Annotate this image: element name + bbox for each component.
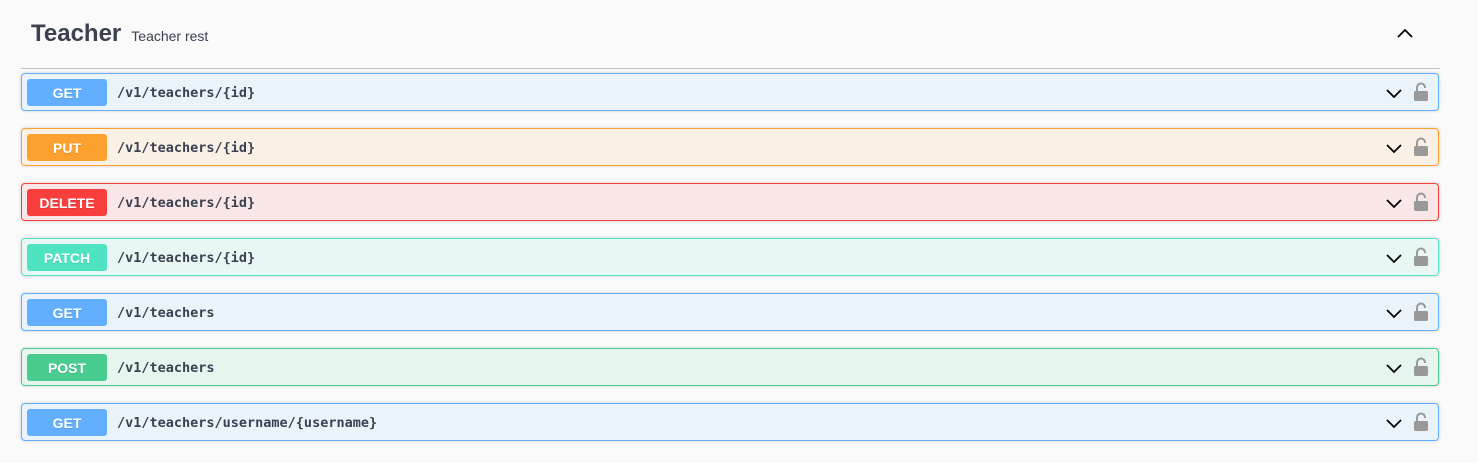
tag-name[interactable]: Teacher: [31, 20, 121, 48]
chevron-down-icon[interactable]: [1384, 413, 1404, 433]
chevron-down-icon[interactable]: [1384, 138, 1404, 158]
unlocked-icon[interactable]: [1412, 246, 1430, 268]
tag-description: Teacher rest: [131, 28, 209, 44]
teacher-tag-section: Teacher Teacher rest GET /v1/teachers/{i…: [0, 0, 1478, 463]
operation-path: /v1/teachers/username/{username}: [117, 415, 378, 431]
chevron-down-icon[interactable]: [1384, 83, 1404, 103]
chevron-down-icon[interactable]: [1384, 303, 1404, 323]
unlocked-icon[interactable]: [1412, 136, 1430, 158]
operation-path: /v1/teachers/{id}: [117, 250, 256, 266]
method-badge: PUT: [27, 134, 107, 161]
method-badge: POST: [27, 354, 107, 381]
unlocked-icon[interactable]: [1412, 191, 1430, 213]
chevron-down-icon[interactable]: [1384, 358, 1404, 378]
unlocked-icon[interactable]: [1412, 81, 1430, 103]
operation-put-teacher-by-id[interactable]: PUT /v1/teachers/{id}: [21, 128, 1439, 166]
operation-path: /v1/teachers/{id}: [117, 195, 256, 211]
operation-get-teacher-by-id[interactable]: GET /v1/teachers/{id}: [21, 73, 1439, 111]
method-badge: GET: [27, 79, 107, 106]
operation-path: /v1/teachers: [117, 360, 215, 376]
operation-path: /v1/teachers/{id}: [117, 140, 256, 156]
method-badge: GET: [27, 409, 107, 436]
operation-get-teacher-by-username[interactable]: GET /v1/teachers/username/{username}: [21, 403, 1439, 441]
unlocked-icon[interactable]: [1412, 301, 1430, 323]
operation-post-teachers[interactable]: POST /v1/teachers: [21, 348, 1439, 386]
operation-path: /v1/teachers: [117, 305, 215, 321]
chevron-down-icon[interactable]: [1384, 248, 1404, 268]
chevron-down-icon[interactable]: [1384, 193, 1404, 213]
unlocked-icon[interactable]: [1412, 411, 1430, 433]
operation-get-teachers[interactable]: GET /v1/teachers: [21, 293, 1439, 331]
operation-delete-teacher-by-id[interactable]: DELETE /v1/teachers/{id}: [21, 183, 1439, 221]
chevron-up-icon[interactable]: [1394, 22, 1416, 44]
unlocked-icon[interactable]: [1412, 356, 1430, 378]
operation-path: /v1/teachers/{id}: [117, 85, 256, 101]
method-badge: PATCH: [27, 244, 107, 271]
method-badge: DELETE: [27, 189, 107, 216]
tag-header[interactable]: Teacher Teacher rest: [21, 0, 1440, 69]
method-badge: GET: [27, 299, 107, 326]
operation-patch-teacher-by-id[interactable]: PATCH /v1/teachers/{id}: [21, 238, 1439, 276]
